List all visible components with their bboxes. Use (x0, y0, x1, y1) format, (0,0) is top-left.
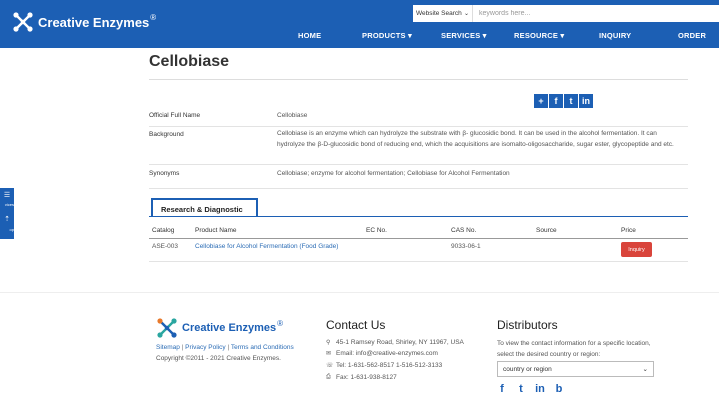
contact-email[interactable]: ✉ Email: info@creative-enzymes.com (326, 350, 438, 357)
distributors-heading: Distributors (497, 318, 558, 332)
info-row-synonyms: Synonyms Cellobiase; enzyme for alcohol … (149, 165, 688, 189)
fax-icon: ⎙ (326, 374, 331, 380)
country-region-select[interactable]: country or region ⌄ (497, 361, 654, 377)
title-divider (149, 79, 688, 80)
info-row-background: Background Cellobiase is an enzyme which… (149, 127, 688, 165)
inquiry-button[interactable]: Inquiry (621, 242, 652, 257)
social-links: f t in b (496, 383, 565, 395)
footer-links: Sitemap | Privacy Policy | Terms and Con… (156, 344, 294, 351)
side-services-label: vices (4, 202, 14, 207)
info-value: Cellobiase; enzyme for alcohol fermentat… (277, 170, 510, 177)
info-label: Background (149, 131, 184, 138)
info-label: Synonyms (149, 170, 180, 177)
logo-registered-mark: ® (277, 318, 284, 328)
logo-text: Creative Enzymes (182, 322, 277, 334)
search-category-select[interactable]: Website Search ⌄ (413, 5, 473, 22)
share-twitter-button[interactable]: t (564, 94, 578, 108)
location-pin-icon: ⚲ (326, 340, 331, 346)
search-bar: Website Search ⌄ (413, 5, 719, 22)
info-value: Cellobiase (277, 112, 308, 119)
main-nav: HOME PRODUCTS ▾ SERVICES ▾ RESOURCE ▾ IN… (0, 31, 719, 43)
facebook-icon[interactable]: f (496, 383, 508, 395)
side-floating-tab[interactable]: ☰ vices ⇡ op (0, 188, 14, 239)
tab-divider (149, 216, 688, 217)
contact-address: ⚲ 45-1 Ramsey Road, Shirley, NY 11967, US… (326, 339, 464, 346)
info-value: Cellobiase is an enzyme which can hydrol… (277, 130, 674, 148)
tab-research-diagnostic[interactable]: Research & Diagnostic (151, 198, 258, 217)
column-header-source: Source (536, 227, 557, 234)
nav-services[interactable]: SERVICES ▾ (441, 31, 487, 40)
share-linkedin-button[interactable]: in (579, 94, 593, 108)
column-header-price: Price (621, 227, 636, 234)
terms-link[interactable]: Terms and Conditions (231, 344, 294, 351)
country-select-value: country or region (503, 365, 552, 373)
column-header-cas-no: CAS No. (451, 227, 477, 234)
phone-icon: ☏ (326, 363, 334, 369)
table-header-divider (149, 238, 688, 239)
copyright: Copyright ©2011 - 2021 Creative Enzymes. (156, 355, 281, 362)
nav-order[interactable]: ORDER (678, 31, 706, 40)
tel-text: Tel: 1-631-562-8517 1-516-512-3133 (336, 362, 443, 369)
menu-icon: ☰ (3, 192, 11, 199)
twitter-icon[interactable]: t (515, 383, 527, 395)
logo-icon (157, 318, 177, 338)
share-buttons: + f t in (534, 94, 593, 108)
sitemap-link[interactable]: Sitemap (156, 344, 180, 351)
nav-home[interactable]: HOME (298, 31, 321, 40)
row-catalog: ASE-003 (152, 243, 179, 250)
contact-fax: ⎙ Fax: 1-631-938-8127 (326, 374, 397, 381)
contact-tel: ☏ Tel: 1-631-562-8517 1-516-512-3133 (326, 362, 442, 369)
nav-products[interactable]: PRODUCTS ▾ (362, 31, 412, 40)
site-header: Creative Enzymes ® Website Search ⌄ HOME… (0, 0, 719, 48)
footer-logo[interactable]: Creative Enzymes ® (156, 317, 283, 339)
search-category-label: Website Search (416, 10, 462, 17)
fax-text: Fax: 1-631-938-8127 (336, 374, 397, 381)
row-product-link[interactable]: Cellobiase for Alcohol Fermentation (Foo… (195, 243, 338, 250)
arrow-up-icon: ⇡ (4, 216, 10, 223)
info-row-full-name: Official Full Name Cellobiase (149, 110, 688, 127)
logo-text: Creative Enzymes (38, 14, 150, 30)
info-label: Official Full Name (149, 112, 201, 119)
page-title: Cellobiase (149, 53, 230, 70)
row-cas-no: 9033-06-1 (451, 243, 481, 250)
blogger-icon[interactable]: b (553, 383, 565, 395)
nav-resource[interactable]: RESOURCE ▾ (514, 31, 564, 40)
nav-inquiry[interactable]: INQUIRY (599, 31, 631, 40)
footer-divider (0, 292, 719, 293)
column-header-product-name: Product Name (195, 227, 237, 234)
envelope-icon: ✉ (326, 351, 332, 357)
logo-icon (13, 12, 33, 32)
logo-registered-mark: ® (150, 12, 157, 22)
share-facebook-button[interactable]: f (549, 94, 563, 108)
column-header-catalog: Catalog (152, 227, 175, 234)
privacy-policy-link[interactable]: Privacy Policy (185, 344, 225, 351)
share-add-button[interactable]: + (534, 94, 548, 108)
side-top-label: op (9, 227, 14, 232)
search-input[interactable] (473, 5, 713, 22)
chevron-down-icon: ⌄ (463, 11, 469, 17)
column-header-ec-no: EC No. (366, 227, 387, 234)
contact-heading: Contact Us (326, 318, 386, 332)
linkedin-icon[interactable]: in (534, 383, 546, 395)
address-text: 45-1 Ramsey Road, Shirley, NY 11967, USA (336, 339, 464, 346)
email-text: Email: info@creative-enzymes.com (336, 350, 438, 357)
chevron-down-icon: ⌄ (642, 366, 648, 373)
table-row-divider (149, 261, 688, 262)
site-logo[interactable]: Creative Enzymes ® (12, 11, 156, 33)
distributors-text: To view the contact information for a sp… (497, 340, 651, 358)
